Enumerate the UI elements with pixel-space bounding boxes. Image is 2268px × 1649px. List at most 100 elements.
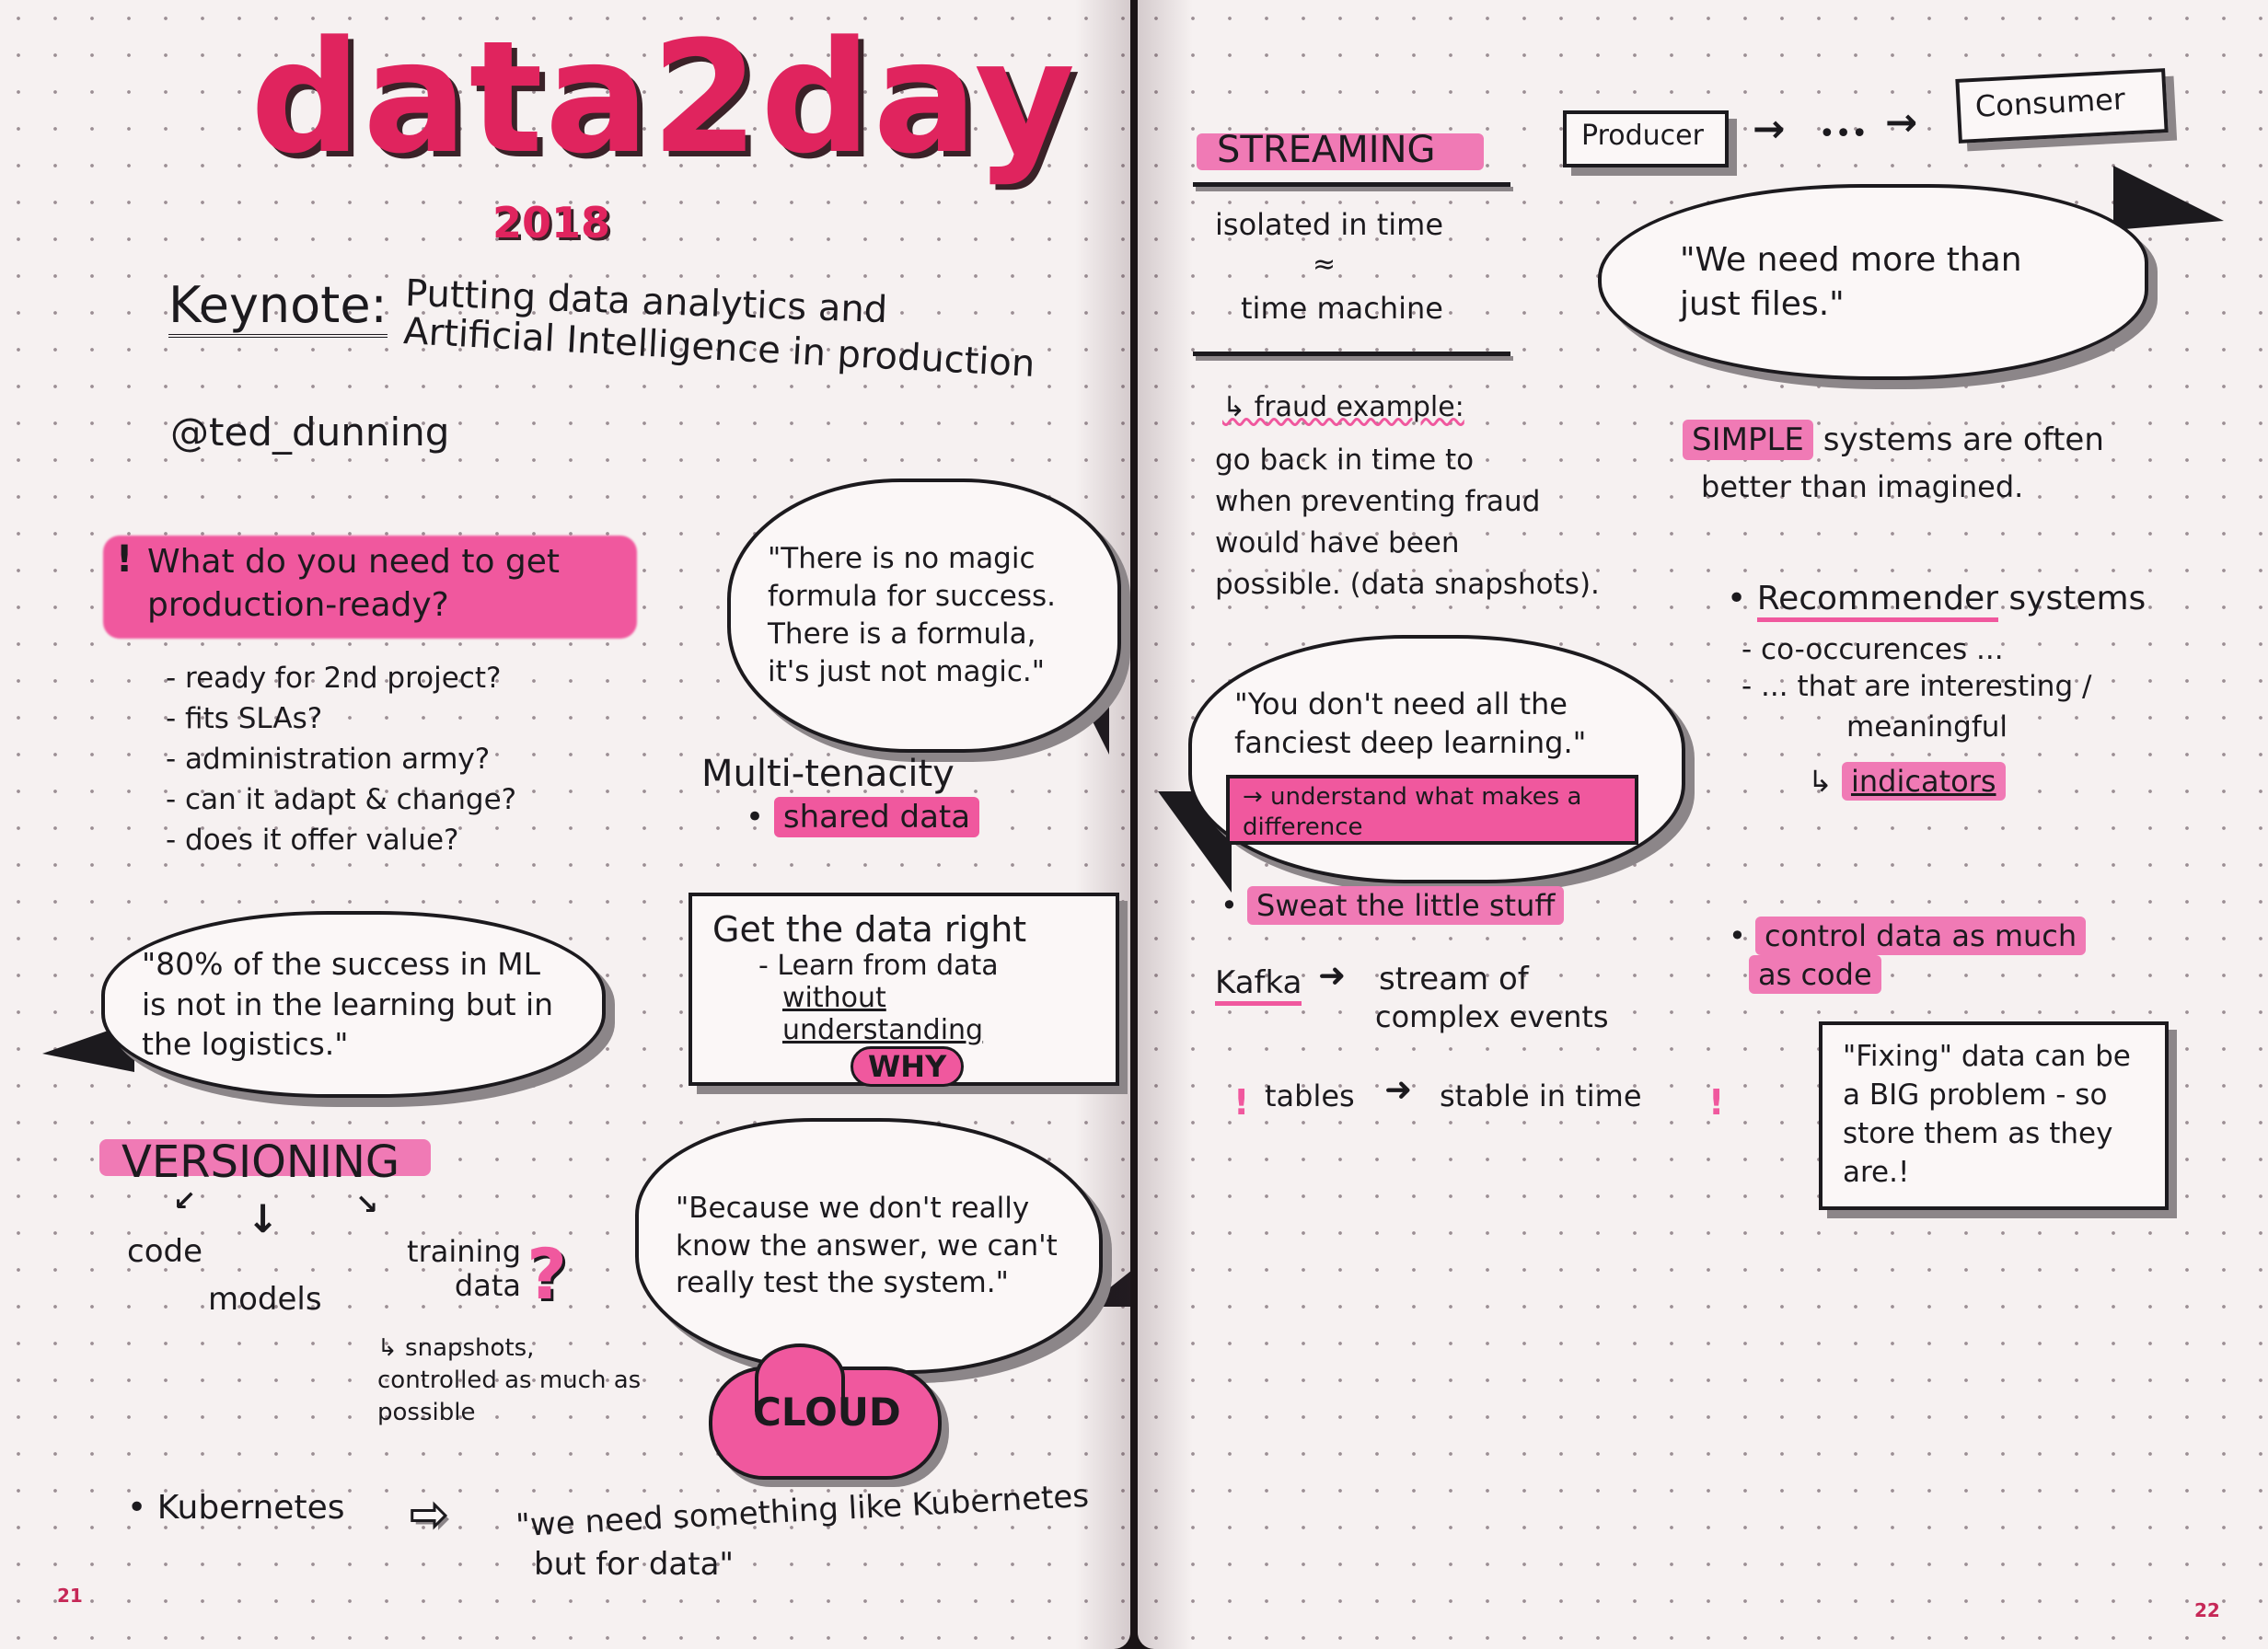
exclamation-icon: !	[116, 538, 133, 581]
right-page: STREAMING isolated in time ≈ time machin…	[1138, 0, 2268, 1649]
versioning-heading: VERSIONING	[122, 1136, 400, 1188]
quote-ml-bubble: "80% of the success in ML is not in the …	[101, 911, 606, 1098]
fraud-line: when preventing fraud	[1215, 484, 1541, 518]
checklist-item: - does it offer value?	[166, 824, 459, 858]
fraud-line: would have been	[1215, 525, 1460, 559]
producer-label: Producer	[1581, 120, 1704, 152]
stable-in-time: stable in time	[1440, 1078, 1642, 1113]
indicators-item: ↳ indicators	[1808, 762, 2006, 801]
control-line-1: • control data as much	[1729, 917, 2087, 955]
stream-of: stream of	[1379, 961, 1529, 997]
sweat-highlight: Sweat the little stuff	[1247, 886, 1565, 925]
year: 2018	[492, 198, 611, 248]
quote-because-bubble: "Because we don't really know the answer…	[635, 1118, 1103, 1374]
data-right-box: Get the data right - Learn from data wit…	[688, 893, 1119, 1087]
control-line-2: as code	[1749, 955, 1881, 994]
keynote-label: Keynote:	[168, 276, 388, 338]
quote-because-text: "Because we don't really know the answer…	[676, 1191, 1058, 1300]
question-text: What do you need to get production-ready…	[147, 543, 561, 624]
streaming-heading: STREAMING	[1217, 129, 1436, 171]
fraud-title: ↳ fraud example:	[1222, 391, 1464, 423]
arrow-down-icon: ↘	[355, 1189, 379, 1221]
producer-box: Producer	[1563, 110, 1729, 167]
versioning-snapshots: ↳ snapshots, controlled as much as possi…	[377, 1334, 642, 1427]
left-page: data2day 2018 Keynote: Putting data anal…	[0, 0, 1130, 1649]
simple-line-2: better than imagined.	[1701, 469, 2024, 504]
indicators-highlight: indicators	[1841, 762, 2006, 801]
shared-data-highlight: shared data	[773, 797, 980, 837]
checklist-item: - can it adapt & change?	[166, 783, 517, 817]
versioning-models: models	[208, 1281, 322, 1318]
page-number-right: 22	[2194, 1599, 2220, 1621]
arrow-right-icon: ➡	[408, 1488, 447, 1542]
data-right-title: Get the data right	[712, 909, 1027, 950]
divider	[1193, 352, 1510, 356]
understand-text: → understand what makes a difference	[1243, 783, 1582, 841]
why-badge: WHY	[850, 1046, 965, 1087]
simple-rest: systems are often	[1822, 421, 2104, 458]
co-occurrences: - co-occurences ...	[1742, 633, 2004, 666]
fixing-box: "Fixing" data can be a BIG problem - so …	[1819, 1021, 2169, 1210]
quote-magic-text: "There is no magic formula for success. …	[768, 542, 1056, 688]
data-right-line-1: - Learn from data	[758, 950, 999, 982]
kubernetes-label: Kubernetes	[156, 1489, 345, 1527]
arrow-right-icon: ➜	[1384, 1071, 1413, 1109]
arrow-right-icon: →	[1753, 106, 1786, 151]
consumer-label: Consumer	[1973, 81, 2126, 124]
approx-symbol: ≈	[1313, 248, 1336, 281]
quote-deep-text: "You don't need all the fanciest deep le…	[1234, 686, 1587, 761]
quote-files-bubble: "We need more than just files."	[1598, 184, 2148, 380]
multi-tenacity: Multi-tenacity	[701, 753, 955, 795]
as-code-highlight: as code	[1749, 955, 1881, 994]
arrow-right-icon: →	[1885, 99, 1918, 144]
arrow-down-icon: ↓	[247, 1196, 280, 1241]
production-checklist: - ready for 2nd project? - fits SLAs? - …	[166, 658, 516, 860]
fraud-text: go back in time to when preventing fraud…	[1215, 440, 1600, 605]
checklist-item: - administration army?	[166, 743, 491, 777]
speaker-handle: @ted_dunning	[170, 409, 450, 455]
versioning-training: training data	[407, 1234, 521, 1303]
versioning-code: code	[127, 1233, 202, 1270]
checklist-item: - fits SLAs?	[166, 702, 323, 736]
cloud-label: CLOUD	[753, 1390, 901, 1435]
ellipsis: •••	[1819, 118, 1869, 150]
fraud-line: possible. (data snapshots).	[1215, 567, 1600, 601]
simple-highlight: SIMPLE	[1683, 420, 1813, 460]
data-right-line-2: without understanding	[782, 982, 984, 1046]
meaningful: meaningful	[1846, 710, 2008, 744]
complex-events: complex events	[1375, 999, 1609, 1034]
understand-box: → understand what makes a difference	[1226, 775, 1638, 845]
sweat-item: • Sweat the little stuff	[1221, 886, 1565, 925]
fixing-text: "Fixing" data can be a BIG problem - so …	[1843, 1040, 2131, 1189]
interesting: - ... that are interesting /	[1742, 670, 2092, 703]
control-highlight: control data as much	[1755, 917, 2087, 955]
fraud-line: go back in time to	[1215, 444, 1475, 477]
divider	[1193, 182, 1510, 187]
consumer-box: Consumer	[1955, 68, 2169, 144]
checklist-item: - ready for 2nd project?	[166, 662, 502, 695]
kubernetes-quote-2: but for data"	[534, 1546, 735, 1583]
speech-tail	[2113, 166, 2224, 230]
arrow-right-icon: ➜	[1318, 957, 1347, 995]
quote-files-text: "We need more than just files."	[1680, 240, 2022, 323]
quote-magic-bubble: "There is no magic formula for success. …	[727, 479, 1121, 753]
kafka-label: Kafka	[1215, 964, 1302, 1006]
recommender-item: • Recommender systems	[1727, 580, 2146, 622]
title: data2day	[250, 7, 1078, 188]
quote-ml-text: "80% of the success in ML is not in the …	[142, 946, 554, 1063]
time-machine: time machine	[1241, 291, 1443, 326]
exclamation-icon: !	[1233, 1082, 1250, 1123]
shared-data: • shared data	[746, 797, 980, 837]
exclamation-icon: !	[1708, 1082, 1725, 1123]
isolated-in-time: isolated in time	[1215, 207, 1443, 242]
recommender-label: Recommender	[1756, 580, 1998, 622]
question-icon: ?	[526, 1233, 568, 1315]
recommender-rest: systems	[2008, 580, 2146, 617]
kubernetes-item: • Kubernetes	[127, 1489, 345, 1527]
page-number-left: 21	[57, 1585, 83, 1607]
simple-line-1: SIMPLE systems are often	[1683, 420, 2104, 460]
tables-label: tables	[1265, 1078, 1355, 1113]
kubernetes-quote-1: "we need something like Kubernetes	[515, 1477, 1090, 1545]
quote-deep-bubble: "You don't need all the fanciest deep le…	[1188, 635, 1685, 883]
arrow-down-icon: ↙	[173, 1185, 197, 1217]
